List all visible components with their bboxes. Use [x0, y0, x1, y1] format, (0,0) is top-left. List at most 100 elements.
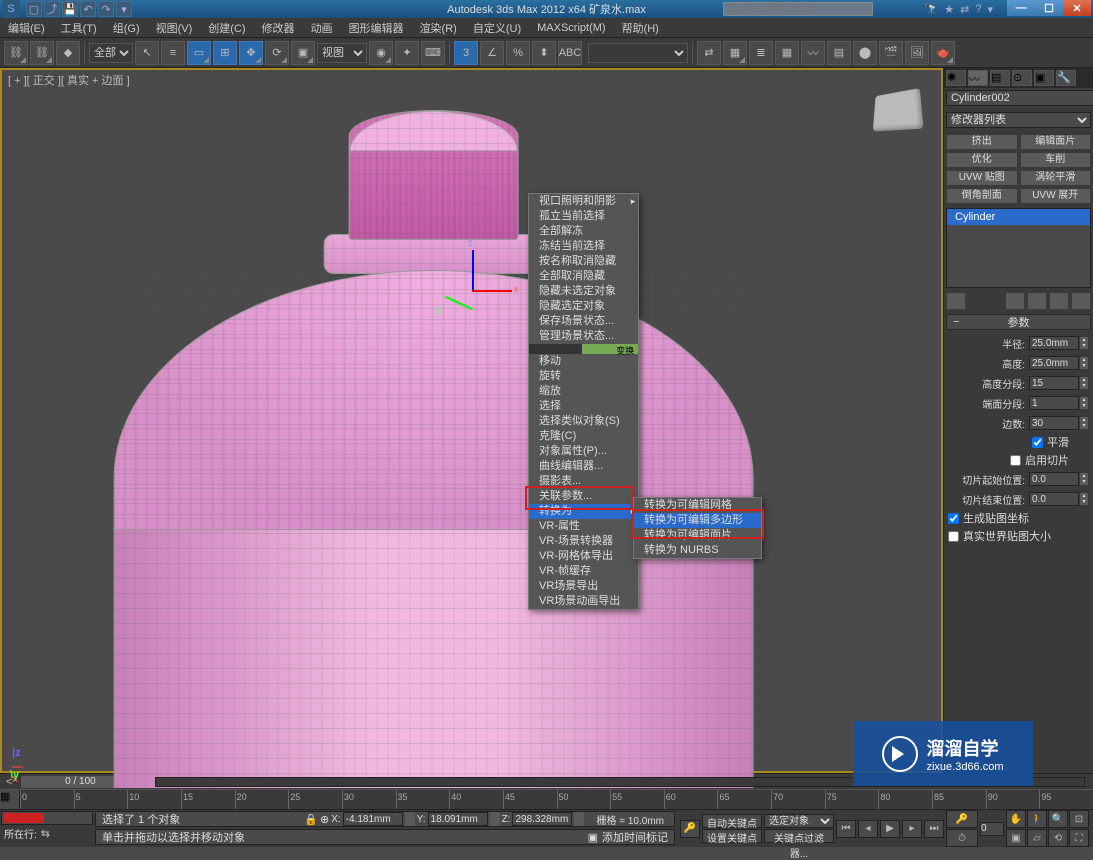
- tab-utilities-icon[interactable]: 🔧: [1056, 70, 1076, 86]
- object-name-input[interactable]: [946, 90, 1093, 106]
- cm-rotate[interactable]: 旋转: [529, 369, 638, 384]
- tab-create-icon[interactable]: ✺: [946, 70, 966, 86]
- pan-icon[interactable]: ✋: [1006, 810, 1026, 828]
- percent-snap-icon[interactable]: %: [506, 41, 530, 65]
- sides-spinner[interactable]: [1079, 416, 1089, 430]
- sm-editable-patch[interactable]: 转换为可编辑面片: [634, 528, 761, 543]
- dropdown-icon[interactable]: ▾: [987, 3, 993, 16]
- sides-input[interactable]: [1029, 416, 1079, 430]
- menu-customize[interactable]: 自定义(U): [465, 18, 529, 38]
- zoom-extents-icon[interactable]: ▣: [1006, 829, 1026, 847]
- cm-unhide-all[interactable]: 全部取消隐藏: [529, 269, 638, 284]
- cm-save-scene-state[interactable]: 保存场景状态...: [529, 314, 638, 329]
- curve-editor-icon[interactable]: 〰: [801, 41, 825, 65]
- add-time-tag[interactable]: 添加时间标记: [602, 829, 668, 845]
- menu-views[interactable]: 视图(V): [148, 18, 201, 38]
- schematic-icon[interactable]: ▤: [827, 41, 851, 65]
- cm-clone[interactable]: 克隆(C): [529, 429, 638, 444]
- coord-mode-icon[interactable]: ⊕: [320, 813, 329, 826]
- help-search-input[interactable]: [723, 2, 873, 16]
- y-input[interactable]: [428, 812, 488, 826]
- show-end-result-icon[interactable]: [1005, 292, 1025, 310]
- modifier-stack[interactable]: Cylinder: [946, 208, 1091, 288]
- qat-open-icon[interactable]: ⤴: [44, 1, 60, 17]
- cm-freeze-selection[interactable]: 冻结当前选择: [529, 239, 638, 254]
- slice-from-input[interactable]: [1029, 472, 1079, 486]
- trackbar-toggle-icon[interactable]: ▦: [0, 790, 20, 809]
- render-icon[interactable]: 🫖: [931, 41, 955, 65]
- graphite-icon[interactable]: ▦: [775, 41, 799, 65]
- minimize-button[interactable]: —: [1007, 0, 1035, 16]
- cm-object-props[interactable]: 对象属性(P)...: [529, 444, 638, 459]
- align-icon[interactable]: ▦: [723, 41, 747, 65]
- btn-uvw-map[interactable]: UVW 贴图: [946, 170, 1018, 186]
- cm-manage-scene-state[interactable]: 管理场景状态...: [529, 329, 638, 344]
- tab-hierarchy-icon[interactable]: ▤: [990, 70, 1010, 86]
- cm-select[interactable]: 选择: [529, 399, 638, 414]
- pin-stack-icon[interactable]: [946, 292, 966, 310]
- rollout-parameters-header[interactable]: 参数: [946, 314, 1091, 330]
- cm-vr-scene-converter[interactable]: VR-场景转换器: [529, 534, 638, 549]
- maxscript-mini-listener[interactable]: [1, 811, 93, 825]
- cm-vr-framebuffer[interactable]: VR-帧缓存: [529, 564, 638, 579]
- configure-sets-icon[interactable]: [1071, 292, 1091, 310]
- maximize-button[interactable]: ☐: [1035, 0, 1063, 16]
- cm-hide-selected[interactable]: 隐藏选定对象: [529, 299, 638, 314]
- manipulate-icon[interactable]: ✦: [395, 41, 419, 65]
- btn-bevel-profile[interactable]: 倒角剖面: [946, 188, 1018, 204]
- viewcube[interactable]: [873, 88, 924, 131]
- cm-hide-unselected[interactable]: 隐藏未选定对象: [529, 284, 638, 299]
- smooth-checkbox[interactable]: [1032, 437, 1043, 448]
- time-config-icon[interactable]: ⏱: [946, 829, 978, 847]
- sm-editable-mesh[interactable]: 转换为可编辑网格: [634, 498, 761, 513]
- gen-uv-checkbox[interactable]: [948, 513, 959, 524]
- btn-lathe[interactable]: 车削: [1020, 152, 1092, 168]
- lock-icon[interactable]: 🔒: [304, 813, 318, 826]
- track-ruler[interactable]: 0510152025303540455055606570758085909510…: [20, 790, 1093, 809]
- window-crossing-icon[interactable]: ⊞: [213, 41, 237, 65]
- tab-modify-icon[interactable]: 〰: [968, 70, 988, 86]
- menu-group[interactable]: 组(G): [105, 18, 148, 38]
- unlink-icon[interactable]: ⛓: [30, 41, 54, 65]
- remove-modifier-icon[interactable]: [1049, 292, 1069, 310]
- sm-nurbs[interactable]: 转换为 NURBS: [634, 543, 761, 558]
- track-bar[interactable]: ▦ 05101520253035404550556065707580859095…: [0, 789, 1093, 809]
- btn-extrude[interactable]: 挤出: [946, 134, 1018, 150]
- spinner-snap-icon[interactable]: ⬍: [532, 41, 556, 65]
- scale-icon[interactable]: ▣: [291, 41, 315, 65]
- close-button[interactable]: ✕: [1063, 0, 1091, 16]
- reference-coord-dropdown[interactable]: 视图: [317, 43, 367, 63]
- keyboard-shortcut-icon[interactable]: ⌨: [421, 41, 445, 65]
- cm-curve-editor[interactable]: 曲线编辑器...: [529, 459, 638, 474]
- edit-named-sel-icon[interactable]: ABC: [558, 41, 582, 65]
- star-icon[interactable]: ★: [944, 3, 954, 16]
- cm-unhide-by-name[interactable]: 按名称取消隐藏: [529, 254, 638, 269]
- real-world-checkbox[interactable]: [948, 531, 959, 542]
- hseg-spinner[interactable]: [1079, 376, 1089, 390]
- selection-filter-dropdown[interactable]: 全部: [89, 43, 133, 63]
- qat-undo-icon[interactable]: ↶: [80, 1, 96, 17]
- qat-redo-icon[interactable]: ↷: [98, 1, 114, 17]
- orbit-icon[interactable]: ⟲: [1048, 829, 1068, 847]
- isolate-selection-icon[interactable]: 🔑: [680, 820, 700, 838]
- x-input[interactable]: [343, 812, 403, 826]
- tab-display-icon[interactable]: ▣: [1034, 70, 1054, 86]
- menu-animation[interactable]: 动画: [303, 18, 341, 38]
- menu-help[interactable]: 帮助(H): [614, 18, 667, 38]
- render-frame-icon[interactable]: 🖼: [905, 41, 929, 65]
- menu-tools[interactable]: 工具(T): [53, 18, 105, 38]
- goto-start-icon[interactable]: ⏮: [836, 820, 856, 838]
- sm-editable-poly[interactable]: 转换为可编辑多边形: [634, 513, 761, 528]
- slice-from-spinner[interactable]: [1079, 472, 1089, 486]
- zoom-all-icon[interactable]: ⊡: [1069, 810, 1089, 828]
- menu-maxscript[interactable]: MAXScript(M): [529, 20, 613, 36]
- select-by-name-icon[interactable]: ≡: [161, 41, 185, 65]
- cm-move[interactable]: 移动: [529, 354, 638, 369]
- play-icon[interactable]: ▶: [880, 820, 900, 838]
- listener-arrows-icon[interactable]: ⇆: [41, 827, 50, 840]
- cm-unfreeze-all[interactable]: 全部解冻: [529, 224, 638, 239]
- key-mode-toggle-icon[interactable]: 🔑: [946, 810, 978, 828]
- material-editor-icon[interactable]: ⬤: [853, 41, 877, 65]
- menu-modifiers[interactable]: 修改器: [254, 18, 303, 38]
- prev-frame-icon[interactable]: ◂: [858, 820, 878, 838]
